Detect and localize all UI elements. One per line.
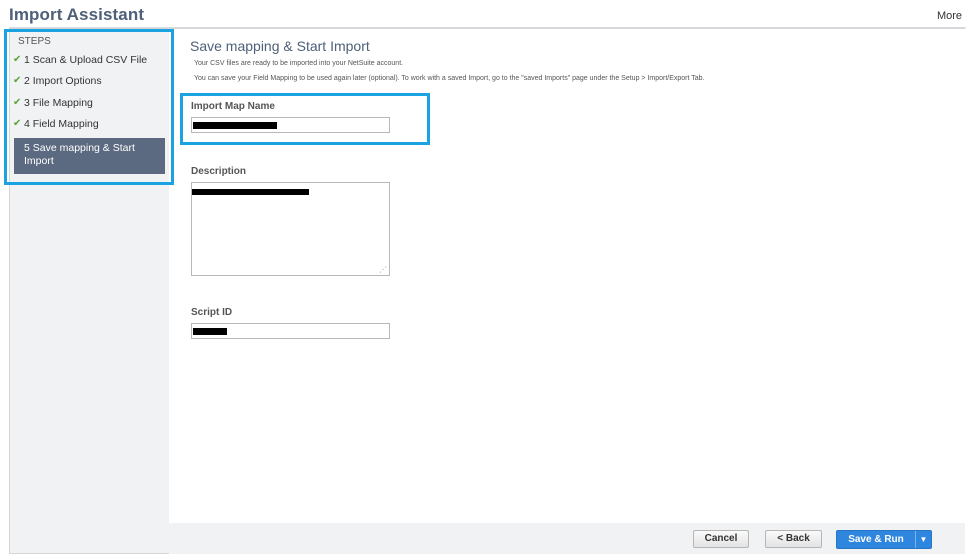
section-title: Save mapping & Start Import: [190, 38, 370, 54]
steps-heading: STEPS: [18, 36, 51, 47]
step-field-mapping[interactable]: ✔ 4 Field Mapping: [10, 115, 168, 135]
step-label: 4 Field Mapping: [24, 118, 99, 130]
steps-sidebar: STEPS ✔ 1 Scan & Upload CSV File ✔ 2 Imp…: [10, 29, 168, 523]
step-label: 2 Import Options: [24, 75, 102, 87]
checkmark-icon: ✔: [13, 54, 22, 65]
cancel-button[interactable]: Cancel: [693, 530, 749, 548]
main-content: Save mapping & Start Import Your CSV fil…: [169, 29, 965, 523]
save-run-button[interactable]: Save & Run ▼: [836, 530, 932, 549]
step-save-mapping-active[interactable]: 5 Save mapping & Start Import: [14, 138, 165, 174]
info-note: You can save your Field Mapping to be us…: [194, 75, 705, 82]
import-map-name-label: Import Map Name: [191, 101, 275, 112]
redacted-value: [192, 189, 309, 195]
step-file-mapping[interactable]: ✔ 3 File Mapping: [10, 94, 168, 114]
redacted-value: [193, 328, 227, 335]
import-assistant-panel: STEPS ✔ 1 Scan & Upload CSV File ✔ 2 Imp…: [9, 28, 965, 554]
import-map-name-input[interactable]: [191, 117, 390, 133]
step-scan-upload[interactable]: ✔ 1 Scan & Upload CSV File: [10, 51, 168, 71]
back-button[interactable]: < Back: [765, 530, 822, 548]
description-label: Description: [191, 166, 247, 177]
script-id-label: Script ID: [191, 307, 233, 318]
script-id-input[interactable]: [191, 323, 390, 339]
step-import-options[interactable]: ✔ 2 Import Options: [10, 72, 168, 92]
description-textarea[interactable]: ⋰: [191, 182, 390, 276]
footer-button-bar: Cancel < Back Save & Run ▼: [169, 523, 965, 554]
redacted-value: [193, 122, 277, 129]
dropdown-arrow-icon[interactable]: ▼: [916, 531, 931, 548]
resize-handle-icon[interactable]: ⋰: [379, 266, 387, 274]
info-note: Your CSV files are ready to be imported …: [194, 60, 404, 67]
checkmark-icon: ✔: [13, 75, 22, 86]
save-run-label: Save & Run: [848, 534, 904, 545]
checkmark-icon: ✔: [13, 97, 22, 108]
page-title: Import Assistant: [9, 5, 145, 24]
checkmark-icon: ✔: [13, 118, 22, 129]
step-label: 1 Scan & Upload CSV File: [24, 54, 148, 66]
step-label: 3 File Mapping: [24, 97, 93, 109]
more-link[interactable]: More: [937, 10, 962, 22]
